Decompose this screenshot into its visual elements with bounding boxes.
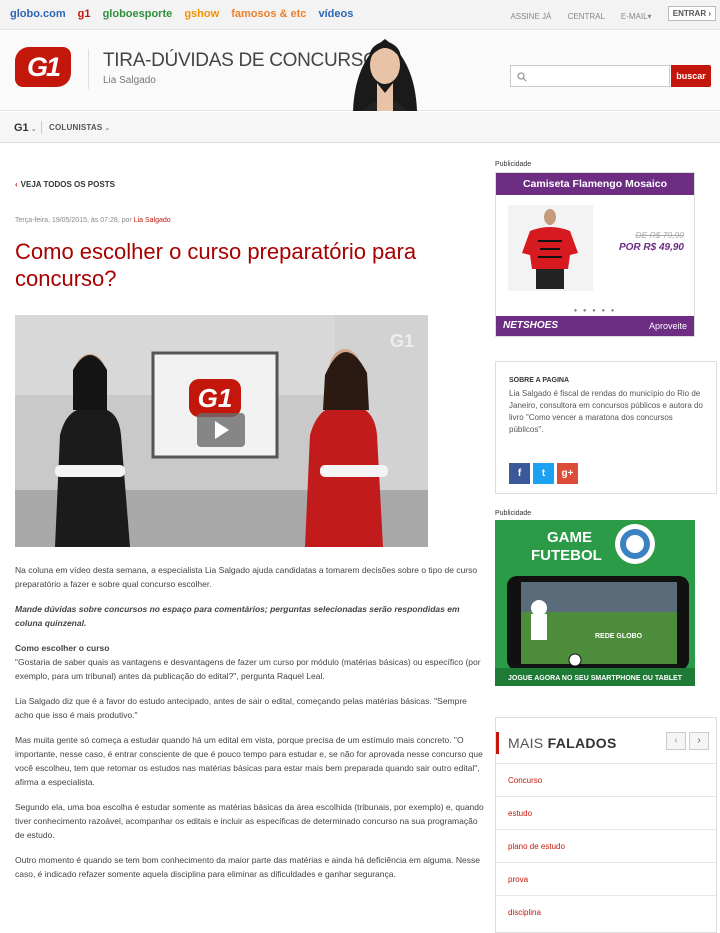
globo-com-link[interactable]: globo.com: [10, 8, 66, 20]
nav-g1-label: G1: [14, 122, 29, 134]
blog-header: G1 TIRA-DÚVIDAS DE CONCURSOS Lia Salgado…: [0, 31, 720, 111]
globo-top-bar: globo.com g1 globoesporte gshow famosos …: [0, 0, 720, 30]
game-futebol-ad[interactable]: GAME FUTEBOL REDE GLOBO JOGUE AGORA NO S…: [495, 520, 695, 686]
central-link[interactable]: CENTRAL: [568, 12, 605, 21]
paragraph-text: "Gostaria de saber quais as vantagens e …: [15, 657, 481, 681]
paragraph: Segundo ela, uma boa escolha é estudar s…: [15, 802, 484, 840]
title-bold: FALADOS: [547, 735, 617, 751]
section-nav: G1 ⌄ COLUNISTAS ⌄: [0, 112, 720, 143]
accent-bar: [496, 732, 499, 754]
videos-link[interactable]: vídeos: [318, 8, 353, 20]
g1-link[interactable]: g1: [78, 8, 91, 20]
post-body: Na coluna em vídeo desta semana, a espec…: [15, 563, 485, 892]
globo-brand-links: globo.com g1 globoesporte gshow famosos …: [10, 8, 362, 20]
post-title: Como escolher o curso preparatório para …: [15, 239, 417, 291]
about-text: Lia Salgado é fiscal de rendas do municí…: [509, 389, 703, 434]
mais-falados-title: MAIS FALADOS: [508, 735, 617, 751]
ad-game-title: GAME: [547, 529, 592, 546]
about-box: SOBRE A PAGINA Lia Salgado é fiscal de r…: [495, 361, 717, 494]
facebook-icon[interactable]: f: [509, 463, 530, 484]
gshow-link[interactable]: gshow: [184, 8, 219, 20]
post-author-link[interactable]: Lia Salgado: [134, 217, 171, 224]
topic-link[interactable]: plano de estudo: [496, 829, 716, 862]
ad-label: Publicidade: [495, 510, 532, 517]
google-plus-icon[interactable]: g+: [557, 463, 578, 484]
search-icon: [517, 72, 527, 82]
netshoes-logo: NETSHOES: [503, 320, 559, 331]
title-light: MAIS: [508, 735, 548, 751]
product-image: [508, 205, 593, 291]
topic-link[interactable]: estudo: [496, 796, 716, 829]
aproveite-link[interactable]: Aproveite: [649, 321, 687, 331]
ad-footer: NETSHOES Aproveite: [496, 316, 694, 336]
nav-g1-menu[interactable]: G1 ⌄: [14, 122, 37, 134]
account-links: ASSINE JÁ CENTRAL E-MAIL▾ ENTRAR ›: [496, 6, 716, 24]
video-watermark: G1: [390, 331, 414, 351]
twitter-icon[interactable]: t: [533, 463, 554, 484]
header-divider: [88, 49, 89, 89]
email-link[interactable]: E-MAIL▾: [621, 12, 652, 21]
search-input[interactable]: [510, 65, 670, 87]
topic-link[interactable]: prova: [496, 862, 716, 895]
netshoes-ad[interactable]: Camiseta Flamengo Mosaico DE R$ 79,90 PO…: [495, 172, 695, 337]
subheading: Como escolher o curso: [15, 643, 110, 653]
ad-screen-text: REDE GLOBO: [595, 633, 643, 640]
ad-label: Publicidade: [495, 161, 532, 168]
mais-falados-box: MAIS FALADOS ‹ › Concurso estudo plano d…: [495, 717, 717, 933]
topic-link[interactable]: disciplina: [496, 895, 716, 928]
famosos-link[interactable]: famosos & etc: [231, 8, 306, 20]
paragraph: Outro momento é quando se tem bom conhec…: [15, 855, 480, 879]
video-player[interactable]: G1 G1: [15, 315, 428, 547]
prev-arrow-button[interactable]: ‹: [666, 732, 686, 750]
chevron-left-icon: ‹: [15, 180, 18, 189]
nav-colunistas-label: COLUNISTAS: [49, 123, 103, 132]
new-price: POR R$ 49,90: [618, 242, 684, 253]
paragraph-callout: Mande dúvidas sobre concursos no espaço …: [15, 604, 460, 628]
chevron-down-icon: ⌄: [30, 126, 37, 133]
paragraph: Na coluna em vídeo desta semana, a espec…: [15, 565, 478, 589]
paragraph: Lia Salgado diz que é a favor do estudo …: [15, 696, 467, 720]
globoesporte-link[interactable]: globoesporte: [103, 8, 173, 20]
ad-game-subtitle: FUTEBOL: [531, 547, 602, 564]
paragraph: Mas muita gente só começa a estudar quan…: [15, 735, 483, 787]
old-price: DE R$ 79,90: [635, 230, 684, 240]
login-button[interactable]: ENTRAR ›: [667, 6, 716, 21]
next-arrow-button[interactable]: ›: [689, 732, 709, 750]
back-label: VEJA TODOS OS POSTS: [20, 180, 115, 189]
back-to-posts-link[interactable]: ‹ VEJA TODOS OS POSTS: [15, 180, 115, 189]
nav-divider: [41, 121, 42, 134]
about-heading: SOBRE A PAGINA: [509, 377, 570, 384]
ad-cta-text: JOGUE AGORA NO SEU SMARTPHONE OU TABLET: [508, 675, 683, 682]
post-date: Terça-feira, 19/05/2015, às 07:28, por: [15, 217, 134, 224]
author-portrait: [343, 31, 427, 111]
assine-link[interactable]: ASSINE JÁ: [510, 12, 551, 21]
video-g1-logo: G1: [198, 383, 233, 413]
g1-logo[interactable]: G1: [15, 47, 71, 87]
nav-colunistas-menu[interactable]: COLUNISTAS ⌄: [49, 123, 110, 132]
carousel-dots[interactable]: ● ● ● ● ●: [496, 308, 694, 314]
ad-product-title: Camiseta Flamengo Mosaico: [496, 173, 694, 195]
blog-author: Lia Salgado: [103, 75, 156, 86]
paragraph-section: Como escolher o curso "Gostaria de saber …: [15, 641, 485, 683]
search-button[interactable]: buscar: [671, 65, 711, 87]
chevron-down-icon: ⌄: [104, 125, 111, 132]
topic-link[interactable]: Concurso: [496, 763, 716, 796]
post-meta: Terça-feira, 19/05/2015, às 07:28, por L…: [15, 217, 171, 224]
